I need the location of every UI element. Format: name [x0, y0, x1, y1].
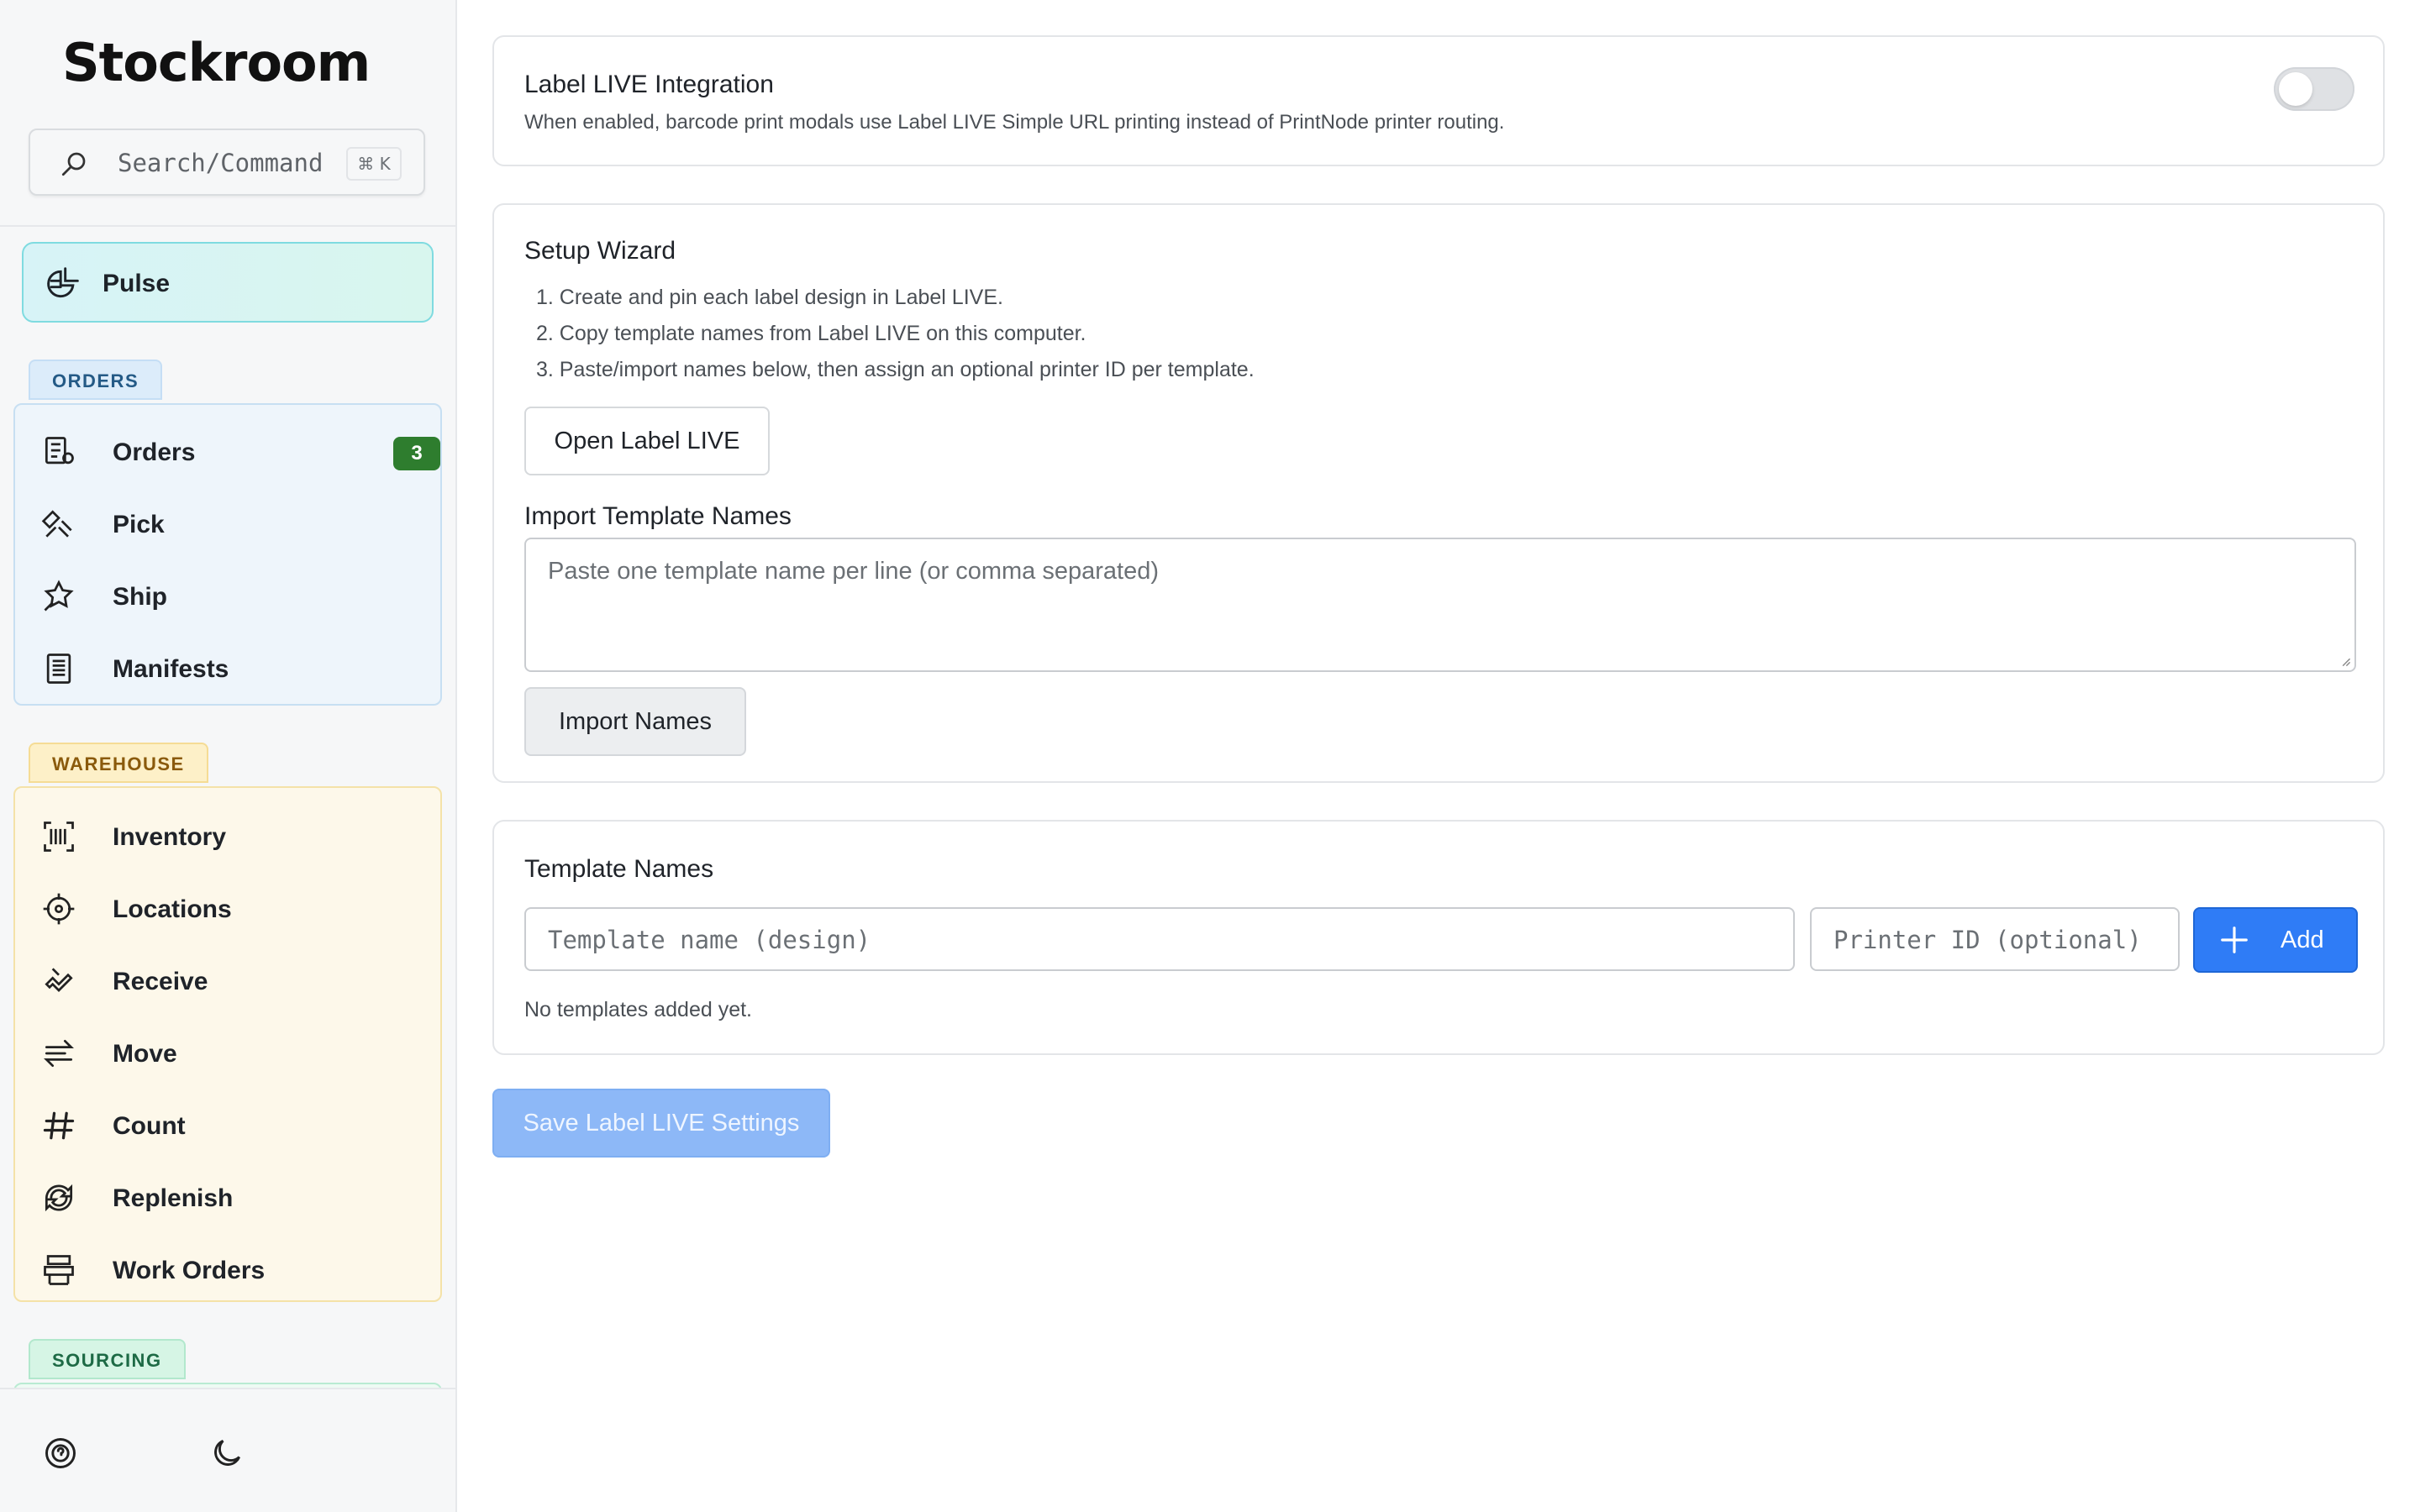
- crosshair-icon: [43, 893, 75, 925]
- wizard-step: 3. Paste/import names below, then assign…: [536, 358, 1255, 381]
- sidebar-item-label: Inventory: [113, 823, 227, 851]
- shortcut-hint: ⌘ K: [346, 147, 402, 181]
- sidebar-item-locations[interactable]: Locations: [40, 884, 427, 934]
- search-placeholder: Search/Command: [118, 149, 324, 177]
- add-template-button[interactable]: Add: [2193, 907, 2358, 973]
- save-settings-button[interactable]: Save Label LIVE Settings: [492, 1089, 830, 1158]
- integration-card: Label LIVE Integration When enabled, bar…: [492, 35, 2385, 166]
- wizard-step: 2. Copy template names from Label LIVE o…: [536, 322, 1086, 345]
- replenish-icon: [45, 1184, 73, 1212]
- pick-icon: [41, 510, 72, 538]
- move-arrows-icon: [44, 1039, 74, 1068]
- sourcing-group-label: SOURCING: [29, 1339, 186, 1379]
- sidebar: Stockroom Search/Command ⌘ K Pulse ORDER…: [0, 0, 457, 1512]
- integration-title: Label LIVE Integration: [524, 71, 774, 98]
- orders-group: Orders 3 Pick Ship Manifests: [13, 403, 442, 706]
- sidebar-item-orders[interactable]: Orders 3: [40, 427, 440, 477]
- ship-icon: [44, 580, 74, 612]
- sidebar-item-label: Pick: [113, 511, 165, 538]
- wizard-step: 1. Create and pin each label design in L…: [536, 286, 1003, 309]
- sidebar-divider: [0, 225, 455, 227]
- sidebar-item-move[interactable]: Move: [40, 1028, 427, 1079]
- sidebar-item-label: Move: [113, 1040, 177, 1068]
- import-names-textarea[interactable]: Paste one template name per line (or com…: [524, 538, 2356, 672]
- sidebar-item-label: Ship: [113, 583, 167, 611]
- sidebar-item-label: Receive: [113, 968, 208, 995]
- import-names-button[interactable]: Import Names: [524, 687, 746, 756]
- plus-icon: [2221, 927, 2248, 953]
- sidebar-item-manifests[interactable]: Manifests: [40, 643, 427, 694]
- sidebar-item-replenish[interactable]: Replenish: [40, 1173, 427, 1223]
- search-icon: [61, 152, 86, 176]
- sidebar-footer: [0, 1388, 455, 1512]
- textarea-placeholder: Paste one template name per line (or com…: [548, 558, 1159, 585]
- sidebar-item-label: Replenish: [113, 1184, 234, 1212]
- orders-group-label: ORDERS: [29, 360, 163, 400]
- template-names-card: Template Names Template name (design) Pr…: [492, 820, 2385, 1055]
- manifest-icon: [46, 654, 71, 684]
- sidebar-item-label: Manifests: [113, 655, 229, 683]
- template-name-input[interactable]: Template name (design): [524, 907, 1795, 971]
- search-command-input[interactable]: Search/Command ⌘ K: [29, 129, 425, 196]
- hash-icon: [43, 1111, 75, 1140]
- empty-templates-text: No templates added yet.: [524, 998, 752, 1021]
- warehouse-group: Inventory Locations Receive Move Count R…: [13, 786, 442, 1302]
- input-placeholder: Template name (design): [548, 926, 871, 954]
- sidebar-item-inventory[interactable]: Inventory: [40, 811, 427, 862]
- sidebar-item-ship[interactable]: Ship: [40, 571, 427, 622]
- sidebar-item-work-orders[interactable]: Work Orders: [40, 1245, 427, 1295]
- integration-description: When enabled, barcode print modals use L…: [524, 111, 1505, 134]
- template-names-title: Template Names: [524, 855, 714, 883]
- integration-toggle[interactable]: [2274, 67, 2354, 111]
- setup-wizard-card: Setup Wizard 1. Create and pin each labe…: [492, 203, 2385, 783]
- barcode-scan-icon: [44, 822, 74, 852]
- printer-id-input[interactable]: Printer ID (optional): [1810, 907, 2180, 971]
- toggle-knob: [2279, 72, 2312, 106]
- sidebar-item-receive[interactable]: Receive: [40, 956, 427, 1006]
- input-placeholder: Printer ID (optional): [1833, 926, 2142, 954]
- sidebar-item-label: Locations: [113, 895, 232, 923]
- resize-grip-icon[interactable]: [2339, 655, 2351, 667]
- sidebar-item-label: Pulse: [103, 270, 171, 297]
- open-label-live-button[interactable]: Open Label LIVE: [524, 407, 770, 475]
- warehouse-group-label: WAREHOUSE: [29, 743, 208, 783]
- add-button-label: Add: [2281, 927, 2324, 953]
- work-orders-icon: [44, 1255, 74, 1285]
- sidebar-item-label: Work Orders: [113, 1257, 266, 1284]
- sidebar-item-pick[interactable]: Pick: [40, 499, 427, 549]
- import-template-names-title: Import Template Names: [524, 502, 792, 530]
- sidebar-item-label: Orders: [113, 438, 196, 466]
- app-logo: Stockroom: [62, 32, 371, 93]
- sidebar-item-pulse[interactable]: Pulse: [22, 242, 434, 323]
- orders-icon: [45, 437, 74, 465]
- help-icon[interactable]: [42, 1435, 79, 1472]
- setup-wizard-title: Setup Wizard: [524, 237, 676, 265]
- sidebar-item-count[interactable]: Count: [40, 1100, 427, 1151]
- dark-mode-moon-icon[interactable]: [208, 1435, 245, 1472]
- sidebar-item-label: Count: [113, 1112, 186, 1140]
- orders-count-badge: 3: [393, 437, 440, 470]
- pulse-chart-icon: [47, 267, 79, 298]
- receive-icon: [45, 968, 73, 992]
